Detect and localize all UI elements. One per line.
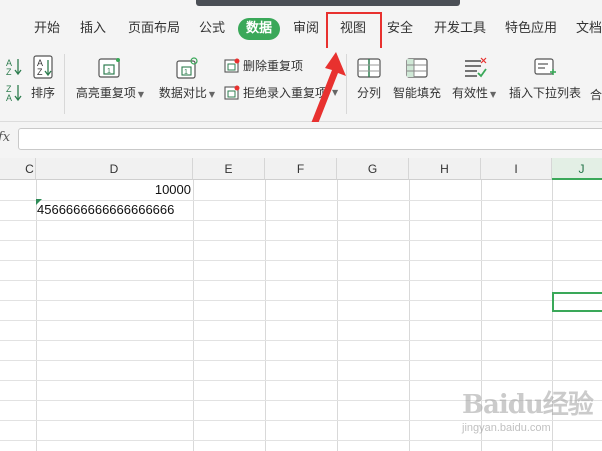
baidu-jingyan-logo: Baidu经验 — [462, 390, 594, 420]
title-bar-tab — [196, 0, 460, 6]
smart-fill-label: 智能填充 — [392, 86, 441, 100]
tab-security[interactable]: 安全 — [387, 18, 413, 40]
ribbon-separator — [64, 54, 65, 114]
merge-button[interactable]: 合 — [590, 86, 602, 103]
window-top-strip — [0, 0, 602, 8]
column-header-h[interactable]: H — [409, 158, 481, 180]
svg-text:Z: Z — [37, 67, 43, 77]
sort-desc-button[interactable]: Z A — [4, 82, 22, 105]
svg-text:A: A — [6, 93, 12, 102]
remove-duplicates-label: 删除重复项 — [243, 59, 304, 73]
grid-line — [0, 380, 602, 381]
number-as-text-indicator-icon — [36, 199, 42, 205]
split-column-icon — [357, 58, 381, 78]
sort-button[interactable]: A Z 排序 — [30, 54, 56, 101]
smart-fill-button[interactable]: 智能填充 — [392, 56, 442, 101]
svg-text:1: 1 — [184, 69, 188, 76]
smart-fill-icon — [406, 58, 428, 78]
formula-bar: fx — [0, 122, 602, 158]
sort-descending-icon: Z A — [6, 84, 22, 103]
remove-duplicates-button[interactable]: 删除重复项 — [224, 57, 303, 74]
column-header-g[interactable]: G — [337, 158, 409, 180]
tab-document[interactable]: 文档 — [576, 18, 602, 40]
grid-line — [0, 240, 602, 241]
tab-insert[interactable]: 插入 — [80, 18, 106, 40]
remove-duplicates-icon — [224, 58, 240, 73]
grid-line — [0, 360, 602, 361]
tab-formula[interactable]: 公式 — [199, 18, 225, 40]
sort-ascending-icon: A Z — [6, 58, 22, 77]
insert-dropdown-list-button[interactable]: 插入下拉列表 — [508, 56, 582, 101]
validity-icon — [465, 57, 487, 78]
svg-text:Z: Z — [6, 67, 12, 76]
validity-button[interactable]: 有效性 ▼ — [452, 56, 496, 101]
chevron-down-icon: ▼ — [208, 90, 216, 99]
cell-d2[interactable]: 4566666666666666666 — [37, 200, 174, 220]
view-tab-highlight-box — [326, 12, 382, 50]
column-header-d[interactable]: D — [36, 158, 193, 180]
cell-d1[interactable]: 10000 — [36, 180, 191, 200]
insert-dropdown-list-icon — [534, 58, 556, 75]
tab-data[interactable]: 数据 — [238, 18, 281, 40]
grid-line — [0, 220, 602, 221]
column-header-c[interactable]: C — [0, 158, 36, 180]
highlight-duplicates-label: 高亮重复项 — [75, 86, 136, 100]
column-label: C — [25, 162, 34, 176]
grid-line — [0, 300, 602, 301]
data-compare-button[interactable]: 1 数据对比 ▼ — [156, 56, 218, 101]
tab-home[interactable]: 开始 — [34, 18, 60, 40]
split-column-label: 分列 — [356, 86, 381, 100]
grid-line — [0, 280, 602, 281]
sort-asc-button[interactable]: A Z — [4, 56, 22, 79]
formula-input[interactable] — [18, 128, 602, 150]
tab-review[interactable]: 审阅 — [293, 18, 319, 40]
split-column-button[interactable]: 分列 — [354, 56, 384, 101]
sort-label: 排序 — [30, 86, 55, 100]
chevron-down-icon: ▼ — [490, 90, 497, 99]
highlight-duplicates-button[interactable]: 1 高亮重复项 ▼ — [74, 56, 146, 101]
grid-line — [0, 260, 602, 261]
tab-special-apps[interactable]: 特色应用 — [505, 18, 557, 40]
selected-cell[interactable] — [552, 292, 602, 312]
menu-bar: 开始 插入 页面布局 公式 数据 审阅 视图 安全 开发工具 特色应用 文档 — [0, 8, 602, 48]
data-compare-icon: 1 — [176, 57, 198, 79]
insert-dropdown-list-label: 插入下拉列表 — [508, 86, 581, 100]
watermark: Baidu经验 jingyan.baidu.com — [462, 384, 602, 444]
validity-label: 有效性 — [452, 86, 489, 100]
grid-line — [0, 340, 602, 341]
highlight-duplicates-icon: 1 — [98, 58, 120, 78]
data-compare-label: 数据对比 — [158, 86, 207, 100]
chevron-down-icon: ▼ — [137, 90, 145, 99]
tab-developer[interactable]: 开发工具 — [434, 18, 486, 40]
merge-label: 合 — [590, 88, 602, 102]
sort-icon: A Z — [33, 55, 53, 79]
reject-duplicates-icon — [224, 85, 240, 100]
column-header-e[interactable]: E — [193, 158, 265, 180]
column-header-f[interactable]: F — [265, 158, 337, 180]
column-header-i[interactable]: I — [481, 158, 552, 180]
fx-icon[interactable]: fx — [0, 130, 10, 145]
svg-text:1: 1 — [107, 68, 111, 75]
tab-page-layout[interactable]: 页面布局 — [128, 18, 180, 40]
grid-line — [0, 320, 602, 321]
watermark-url: jingyan.baidu.com — [462, 422, 551, 434]
column-header-j[interactable]: J — [552, 158, 602, 180]
